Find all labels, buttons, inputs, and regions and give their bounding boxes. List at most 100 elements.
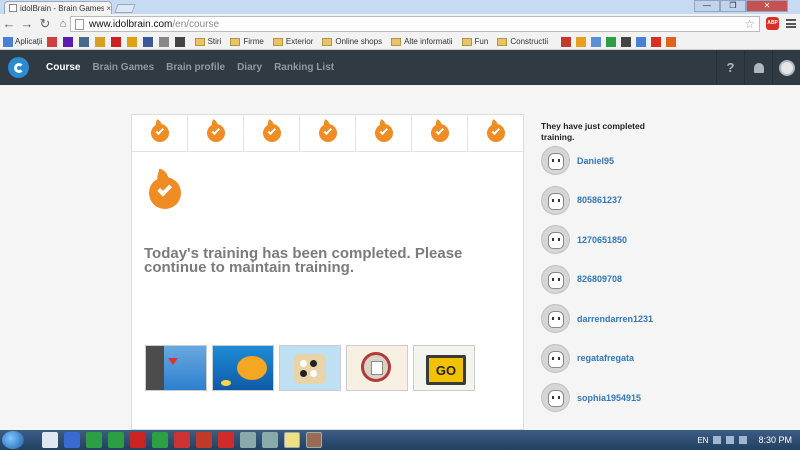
browser-tab[interactable]: idolBrain - Brain Games & × — [4, 1, 112, 14]
flame-check-icon — [150, 124, 169, 142]
flame-check-icon — [318, 124, 337, 142]
taskbar-app-icon[interactable] — [64, 432, 80, 448]
network-icon[interactable] — [726, 436, 735, 444]
bookmark-site-icon[interactable] — [666, 36, 677, 47]
browser-menu-icon[interactable] — [786, 19, 796, 28]
user-name-link[interactable]: 826809708 — [577, 274, 622, 284]
tray-icon[interactable] — [713, 436, 722, 444]
nav-link-brain-games[interactable]: Brain Games — [92, 62, 154, 73]
user-avatar-icon — [541, 383, 570, 412]
minimize-button[interactable]: — — [694, 0, 720, 12]
bookmark-item[interactable] — [94, 36, 107, 47]
clock[interactable]: 8:30 PM — [758, 435, 792, 445]
bookmark-site-icon[interactable] — [606, 36, 617, 47]
close-window-button[interactable]: ✕ — [746, 0, 788, 12]
taskbar-app-icon[interactable] — [284, 432, 300, 448]
address-bar[interactable]: www.idolbrain.com/en/course ☆ — [70, 16, 760, 32]
bookmark-item[interactable] — [142, 36, 155, 47]
recent-completions-panel: They have just completed training. Danie… — [541, 121, 671, 412]
tab-close-icon[interactable]: × — [106, 4, 111, 13]
recent-user-item[interactable]: darrendarren1231 — [541, 304, 653, 333]
nav-link-ranking-list[interactable]: Ranking List — [274, 62, 334, 73]
taskbar-app-icon[interactable] — [42, 432, 58, 448]
nav-link-diary[interactable]: Diary — [237, 62, 262, 73]
taskbar-app-icon[interactable] — [152, 432, 168, 448]
idolbrain-logo-icon[interactable] — [8, 57, 29, 78]
game-thumbnail-fish[interactable] — [212, 345, 274, 391]
game-thumbnail-go-sign[interactable]: GO — [413, 345, 475, 391]
taskbar-app-icon[interactable] — [196, 432, 212, 448]
bookmark-site-icon[interactable] — [591, 36, 602, 47]
adblock-icon[interactable]: ABP — [766, 17, 779, 30]
bookmark-folder[interactable]: Stiri — [194, 37, 221, 46]
volume-icon[interactable] — [739, 436, 748, 444]
folder-icon — [194, 37, 205, 46]
bookmark-folder[interactable]: Exterior — [272, 37, 313, 46]
bookmark-item[interactable]: Aplicații — [3, 36, 43, 47]
apps-icon — [3, 36, 13, 47]
user-name-link[interactable]: regatafregata — [577, 353, 634, 363]
nav-link-course[interactable]: Course — [46, 62, 80, 73]
bookmark-site-icon[interactable] — [621, 36, 632, 47]
user-avatar[interactable] — [772, 50, 800, 85]
system-tray: EN 8:30 PM — [697, 430, 792, 450]
bookmark-item[interactable] — [126, 36, 139, 47]
bookmark-icon — [94, 36, 105, 47]
game-thumbnail-paper[interactable] — [346, 345, 408, 391]
notifications-bell-icon[interactable] — [744, 50, 772, 85]
recent-user-item[interactable]: 826809708 — [541, 264, 622, 294]
bookmark-item[interactable] — [62, 36, 75, 47]
user-name-link[interactable]: Daniel95 — [577, 156, 614, 166]
bookmark-folder-label: Alte informatii — [404, 37, 453, 46]
bookmark-folder[interactable]: Online shops — [322, 37, 382, 46]
taskbar-app-icon[interactable] — [262, 432, 278, 448]
bookmark-site-icon[interactable] — [561, 36, 572, 47]
streak-day — [412, 115, 468, 151]
nav-link-brain-profile[interactable]: Brain profile — [166, 62, 225, 73]
back-icon[interactable]: ← — [0, 15, 18, 33]
taskbar-app-icon[interactable] — [86, 432, 102, 448]
bookmark-folder[interactable]: Constructii — [497, 37, 548, 46]
taskbar-app-icon[interactable] — [130, 432, 146, 448]
bookmark-folder[interactable]: Alte informatii — [391, 37, 453, 46]
new-tab-button[interactable] — [114, 4, 136, 13]
recent-user-item[interactable]: 1270651850 — [541, 225, 627, 254]
user-name-link[interactable]: sophia1954915 — [577, 393, 641, 403]
taskbar-app-icon[interactable] — [218, 432, 234, 448]
taskbar-app-icon[interactable] — [108, 432, 124, 448]
bookmark-item[interactable] — [78, 36, 91, 47]
forward-icon[interactable]: → — [18, 15, 36, 33]
maximize-button[interactable]: ❐ — [720, 0, 746, 12]
bookmark-item[interactable] — [158, 36, 171, 47]
bookmark-item[interactable] — [110, 36, 123, 47]
user-avatar-icon — [541, 146, 570, 175]
bookmark-icon — [158, 36, 169, 47]
folder-icon — [230, 37, 241, 46]
taskbar-app-icon[interactable] — [240, 432, 256, 448]
bookmark-folder[interactable]: Firme — [230, 37, 264, 46]
user-name-link[interactable]: 1270651850 — [577, 235, 627, 245]
recent-user-item[interactable]: Daniel95 — [541, 146, 614, 175]
bookmark-site-icon[interactable] — [636, 36, 647, 47]
start-button-icon[interactable] — [2, 431, 24, 449]
bookmark-site-icon[interactable] — [651, 36, 662, 47]
game-thumbnail-cliff[interactable] — [145, 345, 207, 391]
recent-user-item[interactable]: regatafregata — [541, 343, 634, 373]
game-thumbnail-board[interactable] — [279, 345, 341, 391]
taskbar-app-icon[interactable] — [174, 432, 190, 448]
user-name-link[interactable]: darrendarren1231 — [577, 314, 653, 324]
bookmark-site-icon[interactable] — [576, 36, 587, 47]
recent-user-item[interactable]: 805861237 — [541, 185, 622, 215]
bookmark-star-icon[interactable]: ☆ — [744, 17, 755, 31]
help-icon[interactable]: ? — [716, 50, 744, 85]
language-indicator[interactable]: EN — [697, 436, 708, 445]
reload-icon[interactable]: ↻ — [36, 15, 54, 33]
recent-user-item[interactable]: sophia1954915 — [541, 383, 641, 412]
bookmark-folder[interactable]: Fun — [461, 37, 488, 46]
flame-check-icon — [262, 124, 281, 142]
streak-day — [132, 115, 188, 151]
bookmark-item[interactable] — [46, 36, 59, 47]
user-name-link[interactable]: 805861237 — [577, 195, 622, 205]
bookmark-item[interactable] — [174, 36, 187, 47]
taskbar-app-icon[interactable] — [306, 432, 322, 448]
